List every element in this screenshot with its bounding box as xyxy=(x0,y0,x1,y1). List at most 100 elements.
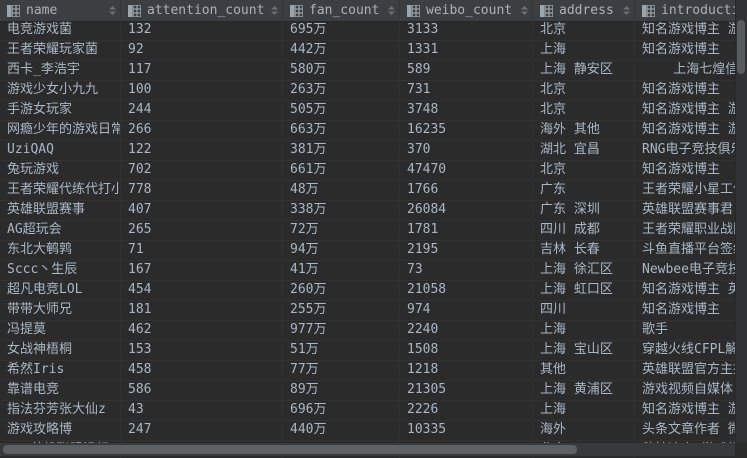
column-header-introduction[interactable]: introduction xyxy=(635,0,747,21)
cell-address[interactable]: 四川 xyxy=(533,301,635,319)
cell-introduction[interactable]: 歌手 xyxy=(635,321,747,339)
cell-attention-count[interactable]: 43 xyxy=(121,401,283,419)
cell-fan-count[interactable]: 661万 xyxy=(283,161,400,179)
cell-name[interactable]: 东北大鹌鹑 xyxy=(0,241,121,259)
cell-introduction[interactable]: 知名游戏博主 xyxy=(635,301,747,319)
cell-weibo-count[interactable]: 1331 xyxy=(400,41,533,59)
cell-name[interactable]: 电竞游戏菌 xyxy=(0,21,121,39)
cell-weibo-count[interactable]: 3133 xyxy=(400,21,533,39)
cell-introduction[interactable]: 穿越火线CFPL解说 xyxy=(635,341,747,359)
cell-weibo-count[interactable]: 589 xyxy=(400,61,533,79)
cell-attention-count[interactable]: 122 xyxy=(121,141,283,159)
cell-attention-count[interactable]: 458 xyxy=(121,361,283,379)
column-header-attention-count[interactable]: attention_count xyxy=(121,0,283,21)
cell-address[interactable]: 上海 xyxy=(533,321,635,339)
cell-attention-count[interactable]: 167 xyxy=(121,261,283,279)
cell-attention-count[interactable]: 92 xyxy=(121,41,283,59)
cell-weibo-count[interactable]: 1766 xyxy=(400,181,533,199)
cell-address[interactable]: 吉林 长春 xyxy=(533,241,635,259)
cell-fan-count[interactable]: 977万 xyxy=(283,321,400,339)
cell-introduction[interactable]: 知名游戏博主 xyxy=(635,81,747,99)
cell-introduction[interactable]: 知名游戏博主 游戏视频自媒体 xyxy=(635,101,747,119)
sort-arrows-icon[interactable] xyxy=(521,6,528,15)
cell-name[interactable]: AG超玩会 xyxy=(0,221,121,239)
cell-introduction[interactable]: 知名游戏博主 游戏视频自媒体 xyxy=(635,21,747,39)
cell-fan-count[interactable]: 72万 xyxy=(283,221,400,239)
cell-weibo-count[interactable]: 1781 xyxy=(400,221,533,239)
cell-weibo-count[interactable]: 2240 xyxy=(400,321,533,339)
cell-introduction[interactable]: 英雄联盟官方主持人 xyxy=(635,361,747,379)
cell-fan-count[interactable]: 696万 xyxy=(283,401,400,419)
cell-fan-count[interactable]: 442万 xyxy=(283,41,400,59)
cell-weibo-count[interactable]: 370 xyxy=(400,141,533,159)
cell-address[interactable]: 海外 xyxy=(533,421,635,439)
cell-fan-count[interactable]: 51万 xyxy=(283,341,400,359)
cell-address[interactable]: 其他 xyxy=(533,361,635,379)
cell-address[interactable]: 上海 黄浦区 xyxy=(533,381,635,399)
cell-introduction[interactable]: RNG电子竞技俱乐部 xyxy=(635,141,747,159)
column-header-weibo-count[interactable]: weibo_count xyxy=(400,0,533,21)
cell-name[interactable]: Sccc丶生辰 xyxy=(0,261,121,279)
sort-arrows-icon[interactable] xyxy=(388,6,395,15)
cell-attention-count[interactable]: 247 xyxy=(121,421,283,439)
sort-arrows-icon[interactable] xyxy=(271,6,278,15)
cell-name[interactable]: 超凡电竞LOL xyxy=(0,281,121,299)
column-header-address[interactable]: address xyxy=(533,0,635,21)
cell-weibo-count[interactable]: 26084 xyxy=(400,201,533,219)
cell-attention-count[interactable]: 454 xyxy=(121,281,283,299)
cell-address[interactable]: 北京 xyxy=(533,81,635,99)
cell-address[interactable]: 北京 xyxy=(533,101,635,119)
cell-address[interactable]: 上海 徐汇区 xyxy=(533,261,635,279)
cell-name[interactable]: 兔玩游戏 xyxy=(0,161,121,179)
cell-attention-count[interactable]: 586 xyxy=(121,381,283,399)
cell-fan-count[interactable]: 440万 xyxy=(283,421,400,439)
cell-introduction[interactable]: 上海七煌信息科技有限公司 xyxy=(635,61,747,79)
column-header-name[interactable]: name xyxy=(0,0,121,21)
cell-attention-count[interactable]: 778 xyxy=(121,181,283,199)
cell-introduction[interactable]: 英雄联盟赛事君 xyxy=(635,201,747,219)
cell-introduction[interactable]: 知名游戏博主 英雄联盟 xyxy=(635,281,747,299)
cell-name[interactable]: 西卡_李浩宇 xyxy=(0,61,121,79)
cell-name[interactable]: 网瘾少年的游戏日常 xyxy=(0,121,121,139)
cell-name[interactable]: 冯提莫 xyxy=(0,321,121,339)
cell-attention-count[interactable]: 181 xyxy=(121,301,283,319)
cell-name[interactable]: 王者荣耀代练代打小星 xyxy=(0,181,121,199)
horizontal-scrollbar-thumb[interactable] xyxy=(3,445,577,454)
cell-name[interactable]: 带带大师兄 xyxy=(0,301,121,319)
cell-address[interactable]: 北京 xyxy=(533,21,635,39)
cell-weibo-count[interactable]: 731 xyxy=(400,81,533,99)
cell-attention-count[interactable]: 244 xyxy=(121,101,283,119)
cell-address[interactable]: 北京 xyxy=(533,161,635,179)
cell-address[interactable]: 四川 成都 xyxy=(533,221,635,239)
cell-attention-count[interactable]: 132 xyxy=(121,21,283,39)
cell-name[interactable]: 女战神梧桐 xyxy=(0,341,121,359)
cell-weibo-count[interactable]: 1218 xyxy=(400,361,533,379)
cell-name[interactable]: 手游女玩家 xyxy=(0,101,121,119)
cell-name[interactable]: 英雄联盟赛事 xyxy=(0,201,121,219)
cell-address[interactable]: 上海 宝山区 xyxy=(533,341,635,359)
cell-address[interactable]: 海外 其他 xyxy=(533,121,635,139)
cell-fan-count[interactable]: 94万 xyxy=(283,241,400,259)
cell-introduction[interactable]: 头条文章作者 微博原创视频博主 xyxy=(635,421,747,439)
horizontal-scrollbar[interactable] xyxy=(0,443,736,456)
cell-introduction[interactable]: 知名游戏博主 游戏视频自媒体 xyxy=(635,401,747,419)
cell-address[interactable]: 湖北 宜昌 xyxy=(533,141,635,159)
cell-attention-count[interactable]: 462 xyxy=(121,321,283,339)
cell-introduction[interactable]: 王者荣耀小星工作室 xyxy=(635,181,747,199)
cell-address[interactable]: 上海 静安区 xyxy=(533,61,635,79)
cell-introduction[interactable]: 王者荣耀职业战队AG超玩会 xyxy=(635,221,747,239)
cell-name[interactable]: 希然Iris xyxy=(0,361,121,379)
column-header-fan-count[interactable]: fan_count xyxy=(283,0,400,21)
cell-weibo-count[interactable]: 73 xyxy=(400,261,533,279)
cell-name[interactable]: 游戏攻略博 xyxy=(0,421,121,439)
cell-attention-count[interactable]: 407 xyxy=(121,201,283,219)
cell-introduction[interactable]: 游戏视频自媒体 xyxy=(635,381,747,399)
cell-fan-count[interactable]: 381万 xyxy=(283,141,400,159)
sort-arrows-icon[interactable] xyxy=(109,6,116,15)
cell-introduction[interactable]: 斗鱼直播平台签约主播 xyxy=(635,241,747,259)
cell-address[interactable]: 上海 xyxy=(533,41,635,59)
cell-fan-count[interactable]: 89万 xyxy=(283,381,400,399)
cell-address[interactable]: 广东 深圳 xyxy=(533,201,635,219)
cell-attention-count[interactable]: 100 xyxy=(121,81,283,99)
cell-fan-count[interactable]: 580万 xyxy=(283,61,400,79)
